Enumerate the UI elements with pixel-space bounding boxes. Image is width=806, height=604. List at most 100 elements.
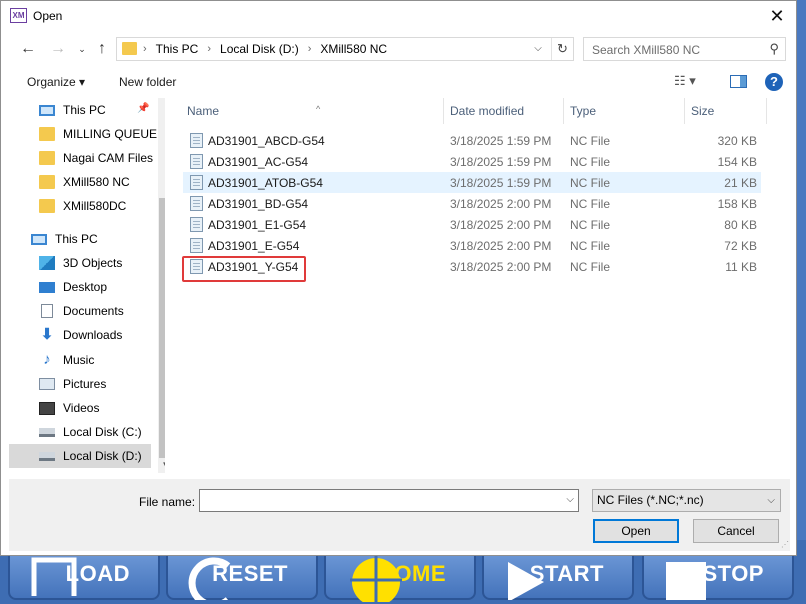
column-header-type[interactable]: Type	[564, 98, 685, 124]
sort-ascending-icon: ^	[316, 104, 321, 114]
nc-file-icon	[190, 175, 203, 190]
file-type-select[interactable]: NC Files (*.NC;*.nc) ⌵	[592, 489, 781, 512]
nav-scrollbar[interactable]: ▼	[158, 98, 165, 473]
file-row[interactable]: AD31901_AC-G54 3/18/2025 1:59 PM NC File 15…	[183, 151, 761, 172]
stop-icon	[666, 562, 706, 600]
nav-item-label: Local Disk (D:)	[63, 449, 142, 463]
nc-file-icon	[190, 133, 203, 148]
nav-item[interactable]: 3D Objects	[9, 251, 151, 275]
nav-item[interactable]: Videos	[9, 396, 151, 420]
up-arrow-icon[interactable]: ↑	[91, 38, 113, 60]
search-box[interactable]: Search XMill580 NC ⚲	[583, 37, 786, 61]
close-icon[interactable]: ✕	[766, 5, 788, 27]
search-input[interactable]: Search XMill580 NC	[592, 43, 700, 57]
breadcrumb-item[interactable]: XMill580 NC	[320, 42, 387, 56]
load-icon	[31, 557, 77, 596]
home-icon	[350, 556, 402, 602]
nav-item[interactable]: Nagai CAM Files	[9, 146, 154, 170]
nav-item[interactable]: Documents	[9, 299, 151, 323]
new-folder-button[interactable]: New folder	[119, 75, 176, 89]
nav-item[interactable]: This PC	[9, 227, 151, 251]
file-name: AD31901_ABCD-G54	[208, 134, 325, 148]
3d-objects-icon	[39, 256, 55, 270]
toolbar: Organize ▾ New folder ☷ ▾ ?	[1, 67, 796, 97]
file-date: 3/18/2025 1:59 PM	[450, 134, 552, 148]
scroll-down-icon[interactable]: ▼	[158, 457, 165, 473]
nav-item-label: Nagai CAM Files	[63, 151, 154, 165]
preview-pane-icon[interactable]	[730, 75, 747, 88]
file-list: Name ^ Date modified Type Size AD31901_A…	[173, 98, 793, 473]
address-dropdown-icon[interactable]: ⌵	[529, 38, 547, 60]
nav-item[interactable]: MILLING QUEUE	[9, 122, 157, 146]
annotation-highlight	[182, 256, 306, 282]
file-row[interactable]: AD31901_E-G54 3/18/2025 2:00 PM NC File 72 …	[183, 235, 761, 256]
nav-item[interactable]: ♪ Music	[9, 348, 151, 372]
column-header-size[interactable]: Size	[685, 98, 767, 124]
chevron-down-icon[interactable]: ⌵	[566, 494, 574, 505]
app-logo-icon: XM	[10, 8, 27, 23]
nc-file-icon	[190, 196, 203, 211]
downloads-icon: ⬇	[40, 326, 54, 343]
pc-icon	[31, 233, 47, 245]
nc-file-icon	[190, 217, 203, 232]
file-row[interactable]: AD31901_BD-G54 3/18/2025 2:00 PM NC File 15…	[183, 193, 761, 214]
dialog-title: Open	[33, 9, 63, 23]
nav-item[interactable]: Desktop	[9, 275, 151, 299]
file-size: 158 KB	[717, 197, 757, 211]
forward-arrow-icon[interactable]: →	[47, 38, 69, 60]
back-arrow-icon[interactable]: ←	[17, 38, 39, 60]
refresh-icon[interactable]: ↻	[551, 38, 573, 60]
search-icon[interactable]: ⚲	[769, 41, 779, 57]
nav-item-label: Documents	[63, 304, 124, 318]
nav-item[interactable]: XMill580 NC	[9, 170, 151, 194]
file-type: NC File	[570, 134, 611, 148]
videos-icon	[39, 401, 55, 415]
open-button[interactable]: Open	[593, 519, 679, 543]
nav-item[interactable]: Pictures	[9, 372, 151, 396]
file-type: NC File	[570, 176, 611, 190]
nav-item[interactable]: This PC 📌	[9, 98, 151, 122]
breadcrumb-item[interactable]: This PC	[156, 42, 199, 56]
nav-item-label: 3D Objects	[63, 256, 123, 270]
file-type: NC File	[570, 218, 611, 232]
file-name-field[interactable]: ⌵	[199, 489, 579, 512]
address-bar[interactable]: › This PC › Local Disk (D:) › XMill580 N…	[116, 37, 574, 61]
music-icon: ♪	[43, 351, 51, 368]
file-size: 11 KB	[725, 260, 757, 274]
column-header-name[interactable]: Name ^	[181, 98, 444, 124]
file-row[interactable]: AD31901_ATOB-G54 3/18/2025 1:59 PM NC File…	[183, 172, 761, 193]
folder-icon	[39, 151, 55, 165]
nav-item[interactable]: XMill580DC	[9, 194, 151, 218]
organize-button[interactable]: Organize ▾	[27, 75, 85, 89]
documents-icon	[41, 304, 53, 318]
nav-item[interactable]: ⬇ Downloads	[9, 323, 151, 347]
file-type: NC File	[570, 197, 611, 211]
file-type: NC File	[570, 239, 611, 253]
nav-item-label: MILLING QUEUE	[63, 127, 158, 141]
help-icon[interactable]: ?	[765, 73, 783, 91]
nav-scroll-thumb[interactable]	[159, 198, 165, 458]
breadcrumb-item[interactable]: Local Disk (D:)	[220, 42, 299, 56]
nav-item-label: Pictures	[63, 377, 107, 391]
file-date: 3/18/2025 2:00 PM	[450, 239, 552, 253]
drive-icon	[39, 427, 55, 437]
nav-item[interactable]: Local Disk (C:)	[9, 420, 151, 444]
cancel-button[interactable]: Cancel	[693, 519, 779, 543]
resize-grip-icon[interactable]: ⋰	[781, 540, 789, 549]
file-size: 80 KB	[724, 218, 757, 232]
file-type-value: NC Files (*.NC;*.nc)	[597, 493, 704, 507]
start-icon	[508, 562, 544, 600]
reset-icon	[188, 557, 231, 600]
pictures-icon	[39, 378, 55, 390]
open-dialog: XM Open ✕ ← → ⌄ ↑ › This PC › Local Disk…	[0, 0, 797, 556]
nav-item-label: Downloads	[63, 328, 123, 342]
recent-locations-chevron-icon[interactable]: ⌄	[71, 38, 93, 60]
pc-icon	[39, 104, 55, 116]
nc-file-icon	[190, 238, 203, 253]
view-options-icon[interactable]: ☷ ▾	[674, 73, 696, 89]
file-row[interactable]: AD31901_E1-G54 3/18/2025 2:00 PM NC File 80…	[183, 214, 761, 235]
file-row[interactable]: AD31901_ABCD-G54 3/18/2025 1:59 PM NC File…	[183, 130, 761, 151]
column-header-date[interactable]: Date modified	[444, 98, 564, 124]
nav-item-label: Videos	[63, 401, 100, 415]
nav-item[interactable]: Local Disk (D:)	[9, 444, 151, 468]
